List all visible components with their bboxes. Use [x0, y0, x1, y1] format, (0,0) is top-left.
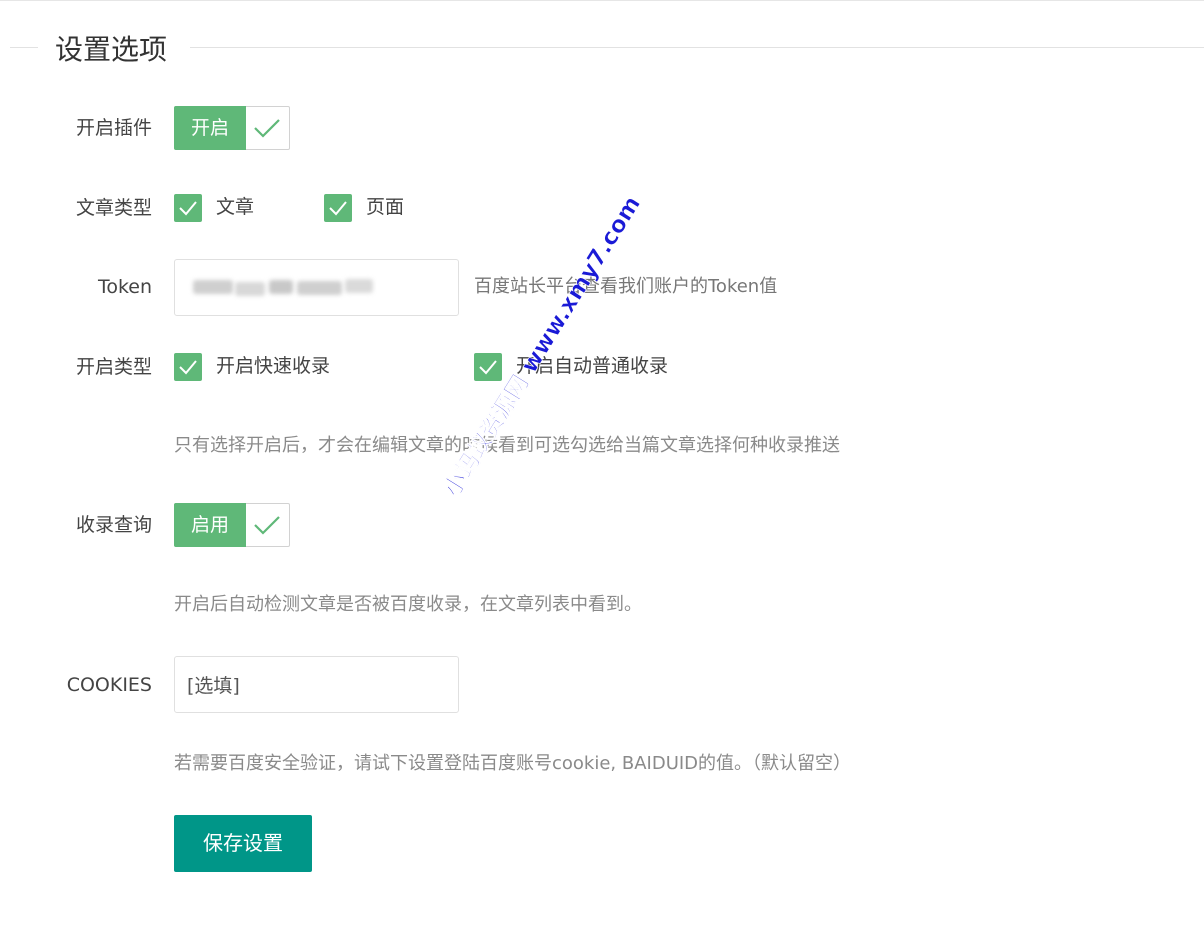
token-input[interactable] [174, 259, 459, 316]
cookies-label: COOKIES [66, 674, 152, 696]
check-icon [254, 119, 280, 138]
index-query-switch-text: 启用 [174, 503, 246, 547]
index-query-hint: 开启后自动检测文章是否被百度收录，在文章列表中看到。 [174, 594, 642, 615]
checkbox-normal-index[interactable] [474, 353, 502, 381]
token-hint: 百度站长平台查看我们账户的Token值 [474, 276, 778, 297]
save-settings-button[interactable]: 保存设置 [174, 815, 312, 872]
section-title: 设置选项 [55, 33, 168, 66]
top-border [0, 0, 1204, 1]
post-types-label: 文章类型 [75, 197, 152, 219]
plugin-switch[interactable]: 开启 [174, 106, 290, 150]
index-query-label: 收录查询 [75, 514, 152, 536]
checkbox-page[interactable] [324, 194, 352, 222]
cookies-hint: 若需要百度安全验证，请试下设置登陆百度账号cookie, BAIDUID的值。（… [174, 753, 852, 774]
checkbox-fast-index[interactable] [174, 353, 202, 381]
checkbox-page-label: 页面 [366, 196, 405, 218]
checkbox-post-label: 文章 [216, 196, 255, 218]
check-icon [479, 360, 497, 375]
checkbox-post[interactable] [174, 194, 202, 222]
plugin-label: 开启插件 [75, 117, 152, 139]
push-types-label: 开启类型 [75, 356, 152, 378]
legend-line-right [190, 47, 1204, 48]
push-types-hint: 只有选择开启后，才会在编辑文章的时候看到可选勾选给当篇文章选择何种收录推送 [174, 435, 840, 456]
check-icon [179, 360, 197, 375]
cookies-input[interactable] [174, 656, 459, 713]
check-icon [179, 201, 197, 216]
legend-line-left [10, 47, 38, 48]
checkbox-fast-index-label: 开启快速收录 [216, 355, 331, 377]
plugin-switch-text: 开启 [174, 106, 246, 150]
index-query-switch[interactable]: 启用 [174, 503, 290, 547]
check-icon [254, 516, 280, 535]
check-icon [329, 201, 347, 216]
token-label: Token [97, 276, 152, 298]
